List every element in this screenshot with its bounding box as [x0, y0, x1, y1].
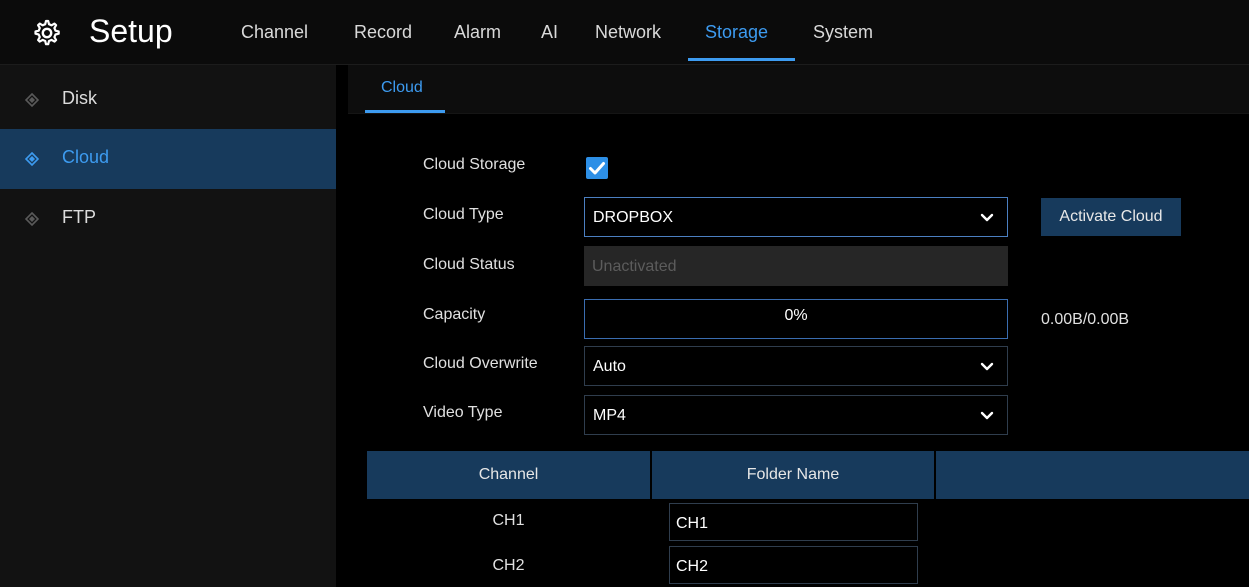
- tab-storage[interactable]: Storage: [705, 22, 768, 43]
- activate-cloud-button[interactable]: Activate Cloud: [1041, 198, 1181, 236]
- cloud-overwrite-select[interactable]: Auto: [584, 346, 1008, 386]
- chevron-down-icon: [980, 362, 994, 371]
- subtab-bar: Cloud: [348, 65, 1249, 114]
- tab-network[interactable]: Network: [595, 22, 661, 43]
- sidebar-item-cloud[interactable]: Cloud: [0, 129, 336, 189]
- cloud-overwrite-label: Cloud Overwrite: [423, 355, 538, 372]
- cloud-storage-checkbox[interactable]: [586, 157, 608, 179]
- folder-name-value: CH2: [676, 558, 709, 575]
- diamond-icon: [25, 93, 39, 107]
- cloud-type-label: Cloud Type: [423, 206, 504, 223]
- page-title: Setup: [89, 13, 173, 49]
- tab-alarm[interactable]: Alarm: [454, 22, 501, 43]
- sidebar-item-label: Disk: [62, 88, 97, 108]
- chevron-down-icon: [980, 411, 994, 420]
- cloud-storage-label: Cloud Storage: [423, 156, 526, 173]
- table-row-channel: CH2: [492, 557, 525, 574]
- video-type-select[interactable]: MP4: [584, 395, 1008, 435]
- active-subtab-indicator: [365, 110, 445, 113]
- tab-system[interactable]: System: [813, 22, 873, 43]
- subtab-cloud[interactable]: Cloud: [381, 79, 423, 97]
- table-header-label: Folder Name: [746, 466, 840, 483]
- chevron-down-icon: [980, 213, 994, 222]
- capacity-progress-bar: 0%: [584, 299, 1008, 339]
- capacity-percent: 0%: [784, 307, 808, 324]
- folder-name-input[interactable]: CH2: [669, 546, 918, 584]
- diamond-icon: [25, 212, 39, 226]
- active-tab-indicator: [688, 58, 795, 61]
- sidebar-item-ftp[interactable]: FTP: [0, 189, 336, 249]
- cloud-type-select[interactable]: DROPBOX: [584, 197, 1008, 237]
- cloud-overwrite-value: Auto: [593, 358, 626, 375]
- table-header-empty: [936, 451, 1249, 499]
- table-header-channel: Channel: [367, 451, 650, 499]
- gear-icon: [34, 19, 60, 46]
- table-header-folder-name: Folder Name: [652, 451, 934, 499]
- video-type-label: Video Type: [423, 404, 503, 421]
- capacity-size-text: 0.00B/0.00B: [1041, 311, 1130, 328]
- cloud-status-field: Unactivated: [584, 246, 1008, 286]
- folder-name-value: CH1: [676, 515, 709, 532]
- folder-name-input[interactable]: CH1: [669, 503, 918, 541]
- table-row-channel: CH1: [492, 512, 525, 529]
- tab-ai[interactable]: AI: [541, 22, 558, 43]
- video-type-value: MP4: [593, 407, 626, 424]
- cloud-status-label: Cloud Status: [423, 256, 515, 273]
- capacity-label: Capacity: [423, 306, 486, 323]
- tab-channel[interactable]: Channel: [241, 22, 308, 43]
- sidebar-item-label: FTP: [62, 207, 96, 227]
- cloud-status-value: Unactivated: [592, 258, 677, 275]
- cloud-type-value: DROPBOX: [593, 209, 674, 226]
- top-header: Setup Channel Record Alarm AI Network St…: [0, 0, 1249, 65]
- checkmark-icon: [589, 162, 605, 175]
- table-header-label: Channel: [478, 466, 539, 483]
- tab-record[interactable]: Record: [354, 22, 412, 43]
- diamond-icon: [25, 152, 39, 166]
- sidebar-item-label: Cloud: [62, 147, 110, 167]
- sidebar-item-disk[interactable]: Disk: [0, 70, 336, 130]
- sidebar: Disk Cloud FTP: [0, 65, 336, 587]
